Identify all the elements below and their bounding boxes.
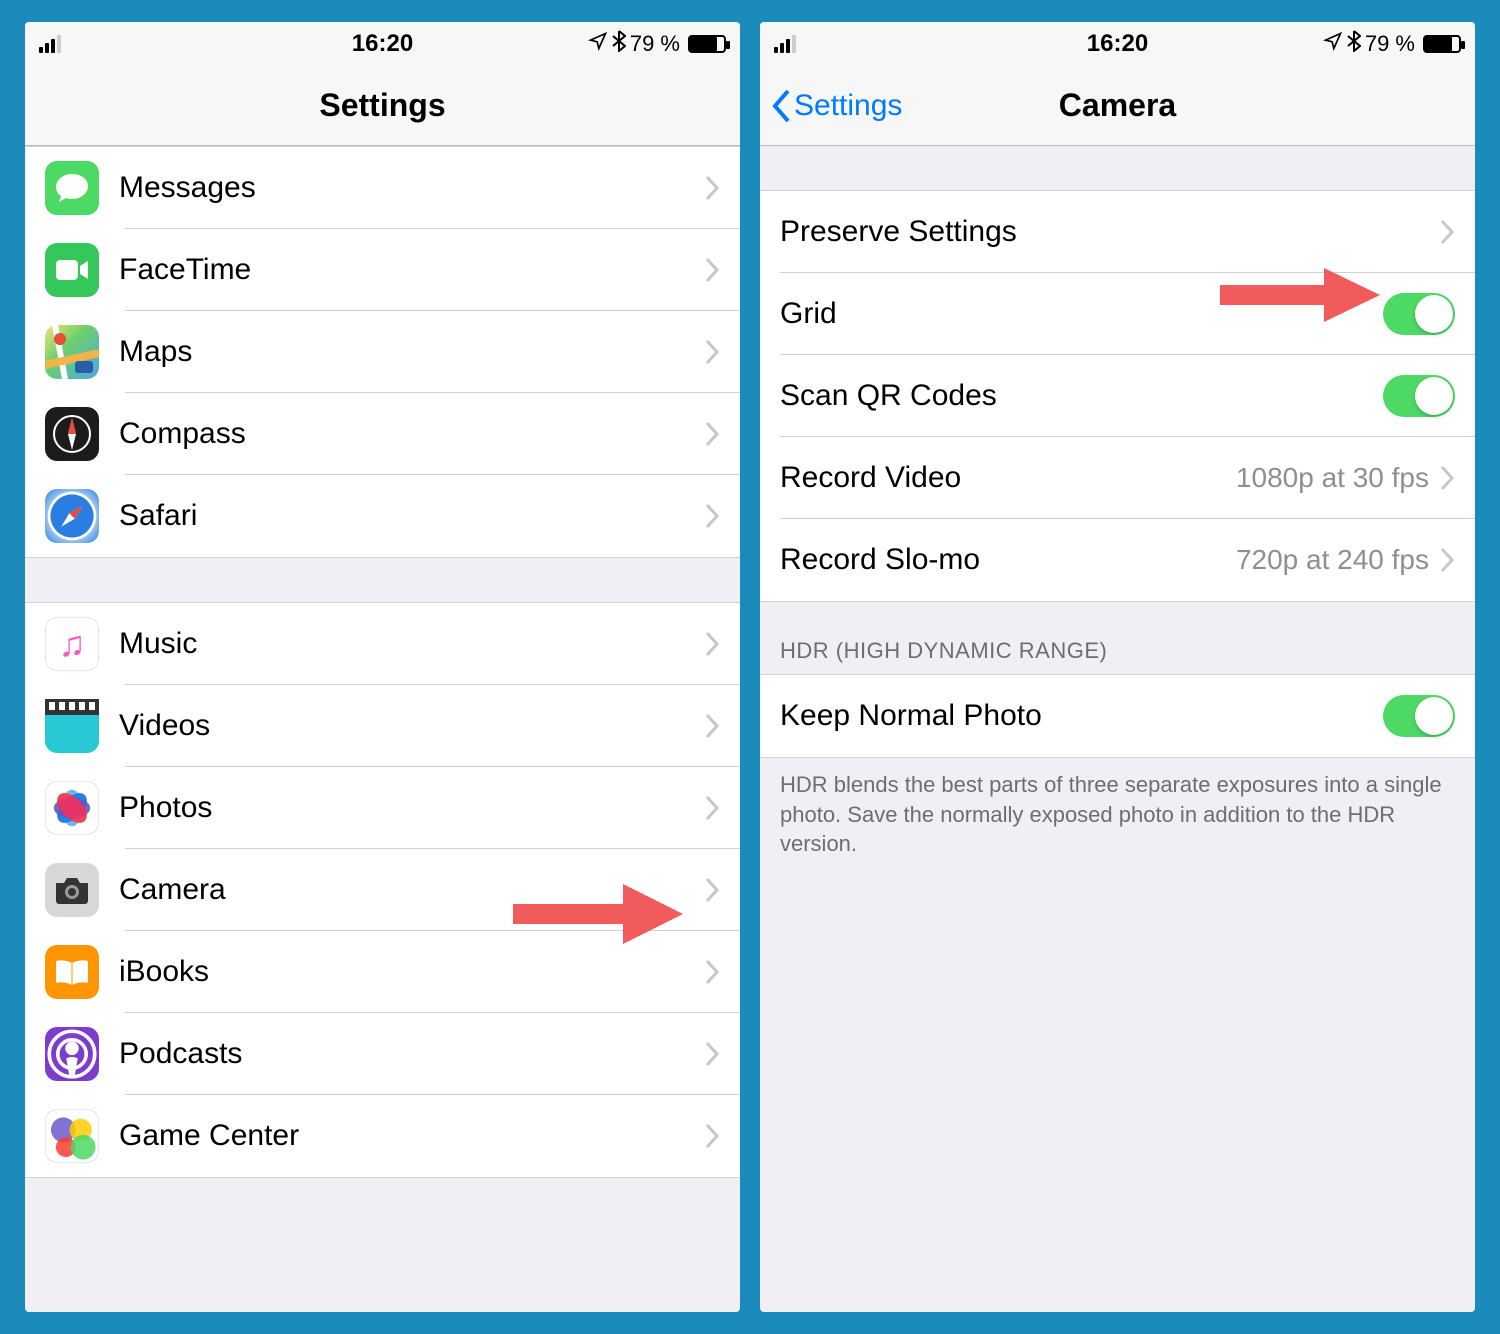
nav-bar: Settings Camera (760, 66, 1475, 146)
row-camera[interactable]: Camera (25, 849, 740, 931)
music-icon: ♫ (45, 617, 99, 671)
settings-group-1: Messages FaceTime Maps (25, 146, 740, 558)
compass-icon (45, 407, 99, 461)
row-label: iBooks (119, 955, 704, 989)
hdr-section-footer: HDR blends the best parts of three separ… (760, 758, 1475, 871)
signal-icon (774, 35, 796, 53)
game-center-icon (45, 1109, 99, 1163)
row-preserve-settings[interactable]: Preserve Settings (760, 191, 1475, 273)
row-facetime[interactable]: FaceTime (25, 229, 740, 311)
location-icon (588, 31, 608, 57)
bluetooth-icon (1347, 30, 1361, 58)
signal-icon (39, 35, 61, 53)
row-label: Compass (119, 417, 704, 451)
chevron-right-icon (704, 257, 720, 283)
page-title: Camera (1059, 87, 1176, 124)
facetime-icon (45, 243, 99, 297)
messages-icon (45, 161, 99, 215)
camera-group-1: Preserve Settings Grid Scan QR Codes Rec… (760, 190, 1475, 602)
row-label: Scan QR Codes (780, 379, 1383, 413)
battery-icon (1423, 35, 1461, 53)
videos-icon (45, 699, 99, 753)
ibooks-icon (45, 945, 99, 999)
podcasts-icon (45, 1027, 99, 1081)
row-label: Podcasts (119, 1037, 704, 1071)
chevron-right-icon (704, 503, 720, 529)
page-title: Settings (319, 87, 445, 124)
row-label: Preserve Settings (780, 215, 1439, 249)
bluetooth-icon (612, 30, 626, 58)
grid-toggle[interactable] (1383, 293, 1455, 335)
row-videos[interactable]: Videos (25, 685, 740, 767)
row-label: Safari (119, 499, 704, 533)
camera-settings-screen: 16:20 79 % Settings Camera Preserve Sett… (760, 22, 1475, 1312)
camera-group-hdr: Keep Normal Photo (760, 674, 1475, 758)
back-label: Settings (794, 89, 902, 123)
status-bar: 16:20 79 % (25, 22, 740, 66)
chevron-right-icon (704, 959, 720, 985)
row-label: Keep Normal Photo (780, 699, 1383, 733)
chevron-right-icon (1439, 465, 1455, 491)
row-compass[interactable]: Compass (25, 393, 740, 475)
status-bar: 16:20 79 % (760, 22, 1475, 66)
row-label: Grid (780, 297, 1383, 331)
keep-normal-toggle[interactable] (1383, 695, 1455, 737)
chevron-right-icon (704, 713, 720, 739)
nav-bar: Settings (25, 66, 740, 146)
row-music[interactable]: ♫ Music (25, 603, 740, 685)
row-label: Videos (119, 709, 704, 743)
battery-percent: 79 % (630, 31, 680, 57)
status-time: 16:20 (1087, 30, 1148, 58)
chevron-right-icon (704, 339, 720, 365)
camera-icon (45, 863, 99, 917)
status-time: 16:20 (352, 30, 413, 58)
chevron-right-icon (1439, 547, 1455, 573)
location-icon (1323, 31, 1343, 57)
safari-icon (45, 489, 99, 543)
row-detail: 1080p at 30 fps (1236, 462, 1429, 494)
chevron-right-icon (704, 421, 720, 447)
row-maps[interactable]: Maps (25, 311, 740, 393)
row-messages[interactable]: Messages (25, 147, 740, 229)
row-label: Camera (119, 873, 704, 907)
settings-group-2: ♫ Music Videos Photos (25, 602, 740, 1178)
chevron-right-icon (704, 1123, 720, 1149)
row-label: Maps (119, 335, 704, 369)
row-label: Music (119, 627, 704, 661)
hdr-section-header: HDR (HIGH DYNAMIC RANGE) (760, 602, 1475, 674)
maps-icon (45, 325, 99, 379)
row-grid[interactable]: Grid (760, 273, 1475, 355)
row-keep-normal-photo[interactable]: Keep Normal Photo (760, 675, 1475, 757)
row-record-slomo[interactable]: Record Slo-mo 720p at 240 fps (760, 519, 1475, 601)
chevron-right-icon (704, 631, 720, 657)
row-podcasts[interactable]: Podcasts (25, 1013, 740, 1095)
battery-percent: 79 % (1365, 31, 1415, 57)
row-label: Game Center (119, 1119, 704, 1153)
row-record-video[interactable]: Record Video 1080p at 30 fps (760, 437, 1475, 519)
scan-qr-toggle[interactable] (1383, 375, 1455, 417)
row-label: Record Slo-mo (780, 543, 1236, 577)
row-detail: 720p at 240 fps (1236, 544, 1429, 576)
chevron-right-icon (704, 1041, 720, 1067)
chevron-right-icon (704, 795, 720, 821)
row-game-center[interactable]: Game Center (25, 1095, 740, 1177)
settings-screen: 16:20 79 % Settings Messages (25, 22, 740, 1312)
back-button[interactable]: Settings (770, 88, 902, 124)
row-scan-qr[interactable]: Scan QR Codes (760, 355, 1475, 437)
chevron-right-icon (1439, 219, 1455, 245)
row-safari[interactable]: Safari (25, 475, 740, 557)
row-label: Record Video (780, 461, 1236, 495)
battery-icon (688, 35, 726, 53)
row-label: FaceTime (119, 253, 704, 287)
row-label: Messages (119, 171, 704, 205)
chevron-right-icon (704, 175, 720, 201)
photos-icon (45, 781, 99, 835)
chevron-right-icon (704, 877, 720, 903)
row-label: Photos (119, 791, 704, 825)
row-photos[interactable]: Photos (25, 767, 740, 849)
row-ibooks[interactable]: iBooks (25, 931, 740, 1013)
